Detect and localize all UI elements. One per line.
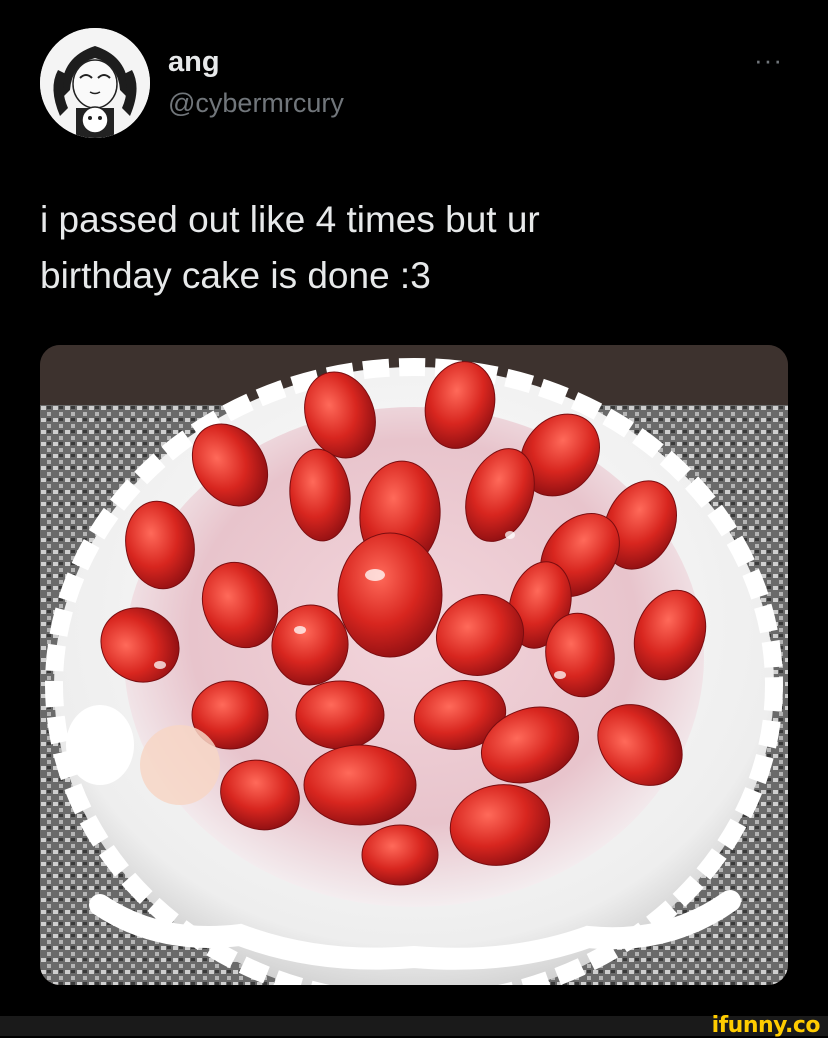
tweet-text-line-2: birthday cake is done :3 bbox=[40, 255, 431, 296]
tweet-text-line-1: i passed out like 4 times but ur bbox=[40, 199, 540, 240]
ifunny-watermark: ifunny.co bbox=[711, 1013, 821, 1038]
profile-avatar[interactable] bbox=[40, 28, 150, 138]
display-name[interactable]: ang bbox=[168, 46, 220, 79]
tweet-photo[interactable] bbox=[40, 345, 788, 985]
anime-avatar-icon bbox=[40, 28, 150, 138]
more-options-button[interactable]: ··· bbox=[754, 47, 788, 73]
footer-bar bbox=[0, 1016, 828, 1036]
tweet-text: i passed out like 4 times but ur birthda… bbox=[40, 192, 780, 304]
user-handle[interactable]: @cybermrcury bbox=[168, 88, 344, 119]
strawberry-cake-image bbox=[40, 345, 788, 985]
